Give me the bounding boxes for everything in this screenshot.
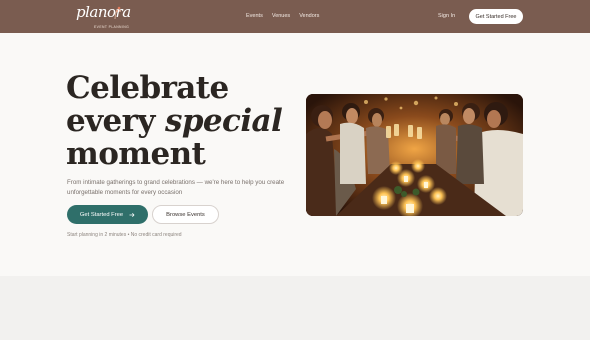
sign-in-link[interactable]: Sign In — [438, 13, 455, 19]
nav-get-started-button[interactable]: Get Started Free — [469, 9, 523, 24]
sprig-icon — [114, 6, 121, 20]
get-started-label: Get Started Free — [79, 211, 124, 218]
logo[interactable]: planora EVENT PLANNING — [74, 3, 131, 31]
top-nav: planora EVENT PLANNING Events Venues Ven… — [0, 0, 590, 33]
hero-note: Start planning in 2 minutes • No credit … — [67, 232, 182, 238]
browse-events-button[interactable]: Browse Events — [152, 205, 219, 224]
logo-tagline: EVENT PLANNING — [94, 25, 130, 29]
hero-description: From intimate gatherings to grand celebr… — [67, 179, 285, 196]
nav-link-vendors[interactable]: Vendors — [299, 13, 319, 19]
hero-title-line2a: every — [66, 103, 165, 139]
hero-title-emphasis: special — [165, 103, 283, 139]
hero-photo — [306, 94, 523, 216]
next-section — [0, 276, 590, 340]
hero-title-line3: moment — [66, 136, 206, 172]
arrow-right-icon — [129, 212, 135, 217]
nav-links: Events Venues Vendors — [246, 13, 319, 19]
nav-link-venues[interactable]: Venues — [272, 13, 290, 19]
hero-title: Celebrate every special moment — [66, 70, 283, 172]
logo-wordmark: planora — [76, 3, 131, 21]
nav-link-events[interactable]: Events — [246, 13, 263, 19]
hero-title-line1: Celebrate — [66, 70, 229, 106]
get-started-button[interactable]: Get Started Free — [67, 205, 148, 224]
